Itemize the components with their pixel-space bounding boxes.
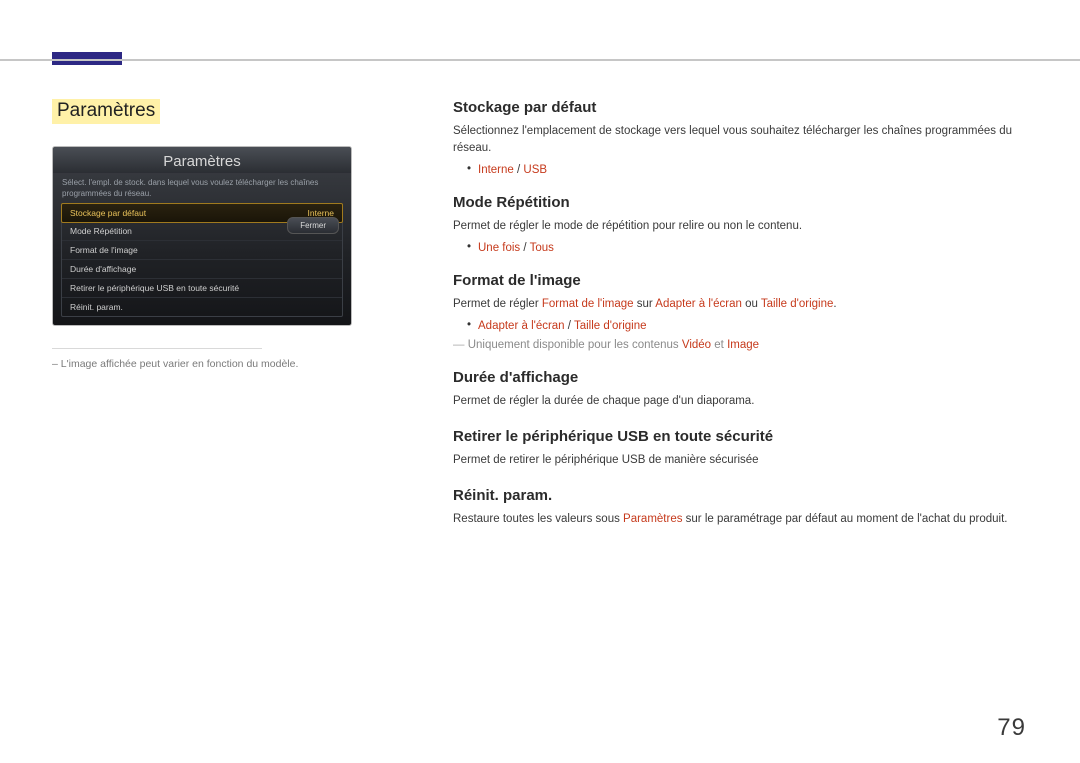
menu-row-usb-remove[interactable]: Retirer le périphérique USB en toute séc…	[62, 279, 342, 298]
footnote: – L'image affichée peut varier en foncti…	[52, 358, 352, 370]
p-usb: Permet de retirer le périphérique USB de…	[453, 452, 1033, 469]
screenshot-subtitle-line2: programmées du réseau.	[62, 189, 151, 198]
hl-params: Paramètres	[623, 513, 682, 525]
txt: et	[711, 339, 727, 351]
opt-all: Tous	[530, 242, 554, 254]
hl-fit: Adapter à l'écran	[655, 298, 742, 310]
page: Paramètres Paramètres Sélect. l'empl. de…	[0, 0, 1080, 763]
right-column: Stockage par défaut Sélectionnez l'empla…	[453, 99, 1033, 528]
p-storage: Sélectionnez l'emplacement de stockage v…	[453, 123, 1033, 157]
p-reset: Restaure toutes les valeurs sous Paramèt…	[453, 511, 1033, 528]
txt: Uniquement disponible pour les contenus	[468, 339, 682, 351]
menu-row-label: Stockage par défaut	[70, 208, 146, 218]
opt-sep: /	[565, 320, 574, 332]
h-repeat: Mode Répétition	[453, 194, 1033, 211]
h-storage: Stockage par défaut	[453, 99, 1033, 116]
opt-sep: /	[514, 164, 524, 176]
menu-row-format[interactable]: Format de l'image	[62, 241, 342, 260]
option-line: Une fois / Tous	[467, 242, 1033, 254]
ui-screenshot-panel: Paramètres Sélect. l'empl. de stock. dan…	[52, 146, 352, 326]
page-number: 79	[997, 714, 1026, 742]
section-duration: Durée d'affichage Permet de régler la du…	[453, 369, 1033, 410]
screenshot-subtitle-line1: Sélect. l'empl. de stock. dans lequel vo…	[62, 178, 318, 187]
hl-orig: Taille d'origine	[761, 298, 834, 310]
option-line: Interne / USB	[467, 164, 1033, 176]
opt-orig: Taille d'origine	[574, 320, 647, 332]
menu-row-reset[interactable]: Réinit. param.	[62, 298, 342, 316]
section-format: Format de l'image Permet de régler Forma…	[453, 272, 1033, 351]
option-line: Adapter à l'écran / Taille d'origine	[467, 320, 1033, 332]
opt-interne: Interne	[478, 164, 514, 176]
hl-image: Image	[727, 339, 759, 351]
p-repeat: Permet de régler le mode de répétition p…	[453, 218, 1033, 235]
txt: .	[833, 298, 836, 310]
screenshot-title: Paramètres	[53, 147, 351, 173]
menu-row-label: Réinit. param.	[70, 302, 123, 312]
section-repeat: Mode Répétition Permet de régler le mode…	[453, 194, 1033, 254]
hl-video: Vidéo	[682, 339, 711, 351]
format-note: Uniquement disponible pour les contenus …	[453, 339, 1033, 351]
options-repeat: Une fois / Tous	[467, 242, 1033, 254]
section-usb: Retirer le périphérique USB en toute séc…	[453, 428, 1033, 469]
opt-usb: USB	[523, 164, 547, 176]
menu-row-duration[interactable]: Durée d'affichage	[62, 260, 342, 279]
hl-format: Format de l'image	[542, 298, 634, 310]
footnote-text: L'image affichée peut varier en fonction…	[61, 358, 299, 370]
header-rule	[0, 59, 1080, 64]
menu-row-label: Durée d'affichage	[70, 264, 136, 274]
txt: ou	[742, 298, 761, 310]
h-duration: Durée d'affichage	[453, 369, 1033, 386]
screenshot-body: Fermer Stockage par défaut Interne Mode …	[53, 203, 351, 325]
left-column: Paramètres Paramètres Sélect. l'empl. de…	[52, 99, 352, 370]
h-reset: Réinit. param.	[453, 487, 1033, 504]
close-button[interactable]: Fermer	[287, 217, 339, 234]
section-reset: Réinit. param. Restaure toutes les valeu…	[453, 487, 1033, 528]
p-format: Permet de régler Format de l'image sur A…	[453, 296, 1033, 313]
txt: sur le paramétrage par défaut au moment …	[682, 513, 1007, 525]
h-format: Format de l'image	[453, 272, 1033, 289]
options-storage: Interne / USB	[467, 164, 1033, 176]
options-format: Adapter à l'écran / Taille d'origine	[467, 320, 1033, 332]
menu-row-label: Retirer le périphérique USB en toute séc…	[70, 283, 239, 293]
opt-once: Une fois	[478, 242, 520, 254]
txt: sur	[634, 298, 656, 310]
h-usb: Retirer le périphérique USB en toute séc…	[453, 428, 1033, 445]
menu-row-label: Format de l'image	[70, 245, 138, 255]
opt-sep: /	[520, 242, 529, 254]
opt-fit: Adapter à l'écran	[478, 320, 565, 332]
p-duration: Permet de régler la durée de chaque page…	[453, 393, 1033, 410]
txt: Permet de régler	[453, 298, 542, 310]
menu-row-label: Mode Répétition	[70, 226, 132, 236]
section-heading: Paramètres	[52, 99, 160, 124]
footnote-prefix: –	[52, 358, 61, 370]
thin-divider	[52, 348, 262, 349]
section-storage: Stockage par défaut Sélectionnez l'empla…	[453, 99, 1033, 176]
screenshot-subtitle: Sélect. l'empl. de stock. dans lequel vo…	[53, 173, 351, 203]
txt: Restaure toutes les valeurs sous	[453, 513, 623, 525]
